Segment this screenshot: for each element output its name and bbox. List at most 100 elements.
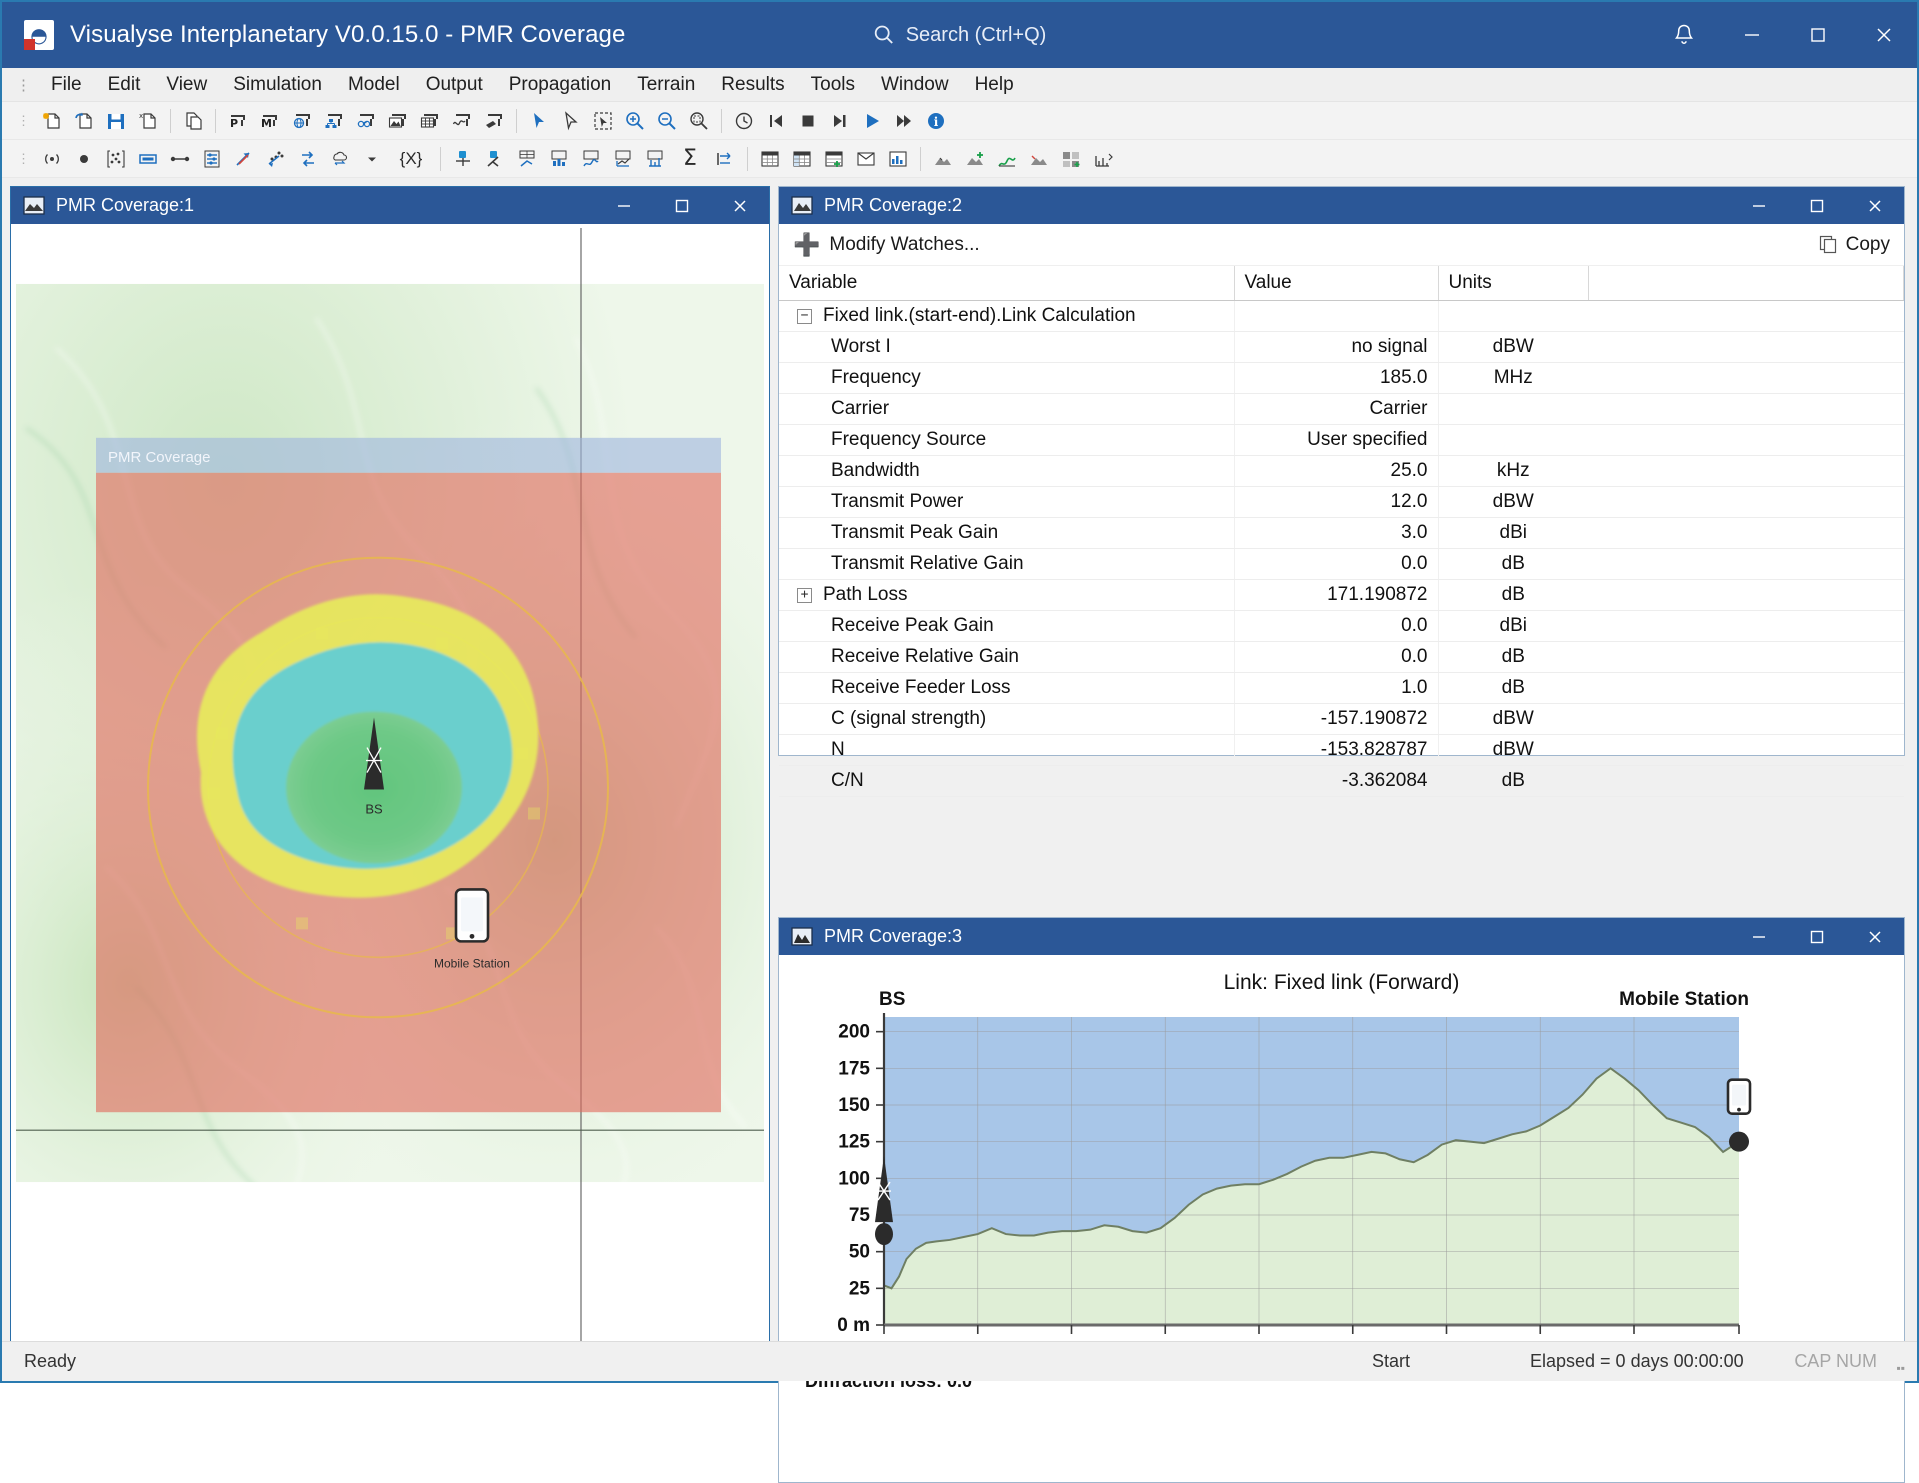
fast-forward-button[interactable] <box>889 106 919 136</box>
resize-grip-icon[interactable]: ▪▪ <box>1896 1361 1905 1375</box>
menu-item-file[interactable]: File <box>38 70 95 100</box>
menu-item-propagation[interactable]: Propagation <box>496 70 624 100</box>
vector-tool-button[interactable] <box>229 144 259 174</box>
new-hierarchy-view-button[interactable] <box>319 106 349 136</box>
map-window-title-bar[interactable]: PMR Coverage:1 <box>11 187 769 224</box>
table-row[interactable]: Frequency Source User specified <box>779 424 1904 456</box>
variable-button[interactable]: {X} <box>389 144 433 174</box>
add-beam-button[interactable] <box>133 144 163 174</box>
step-back-button[interactable] <box>761 106 791 136</box>
table-row[interactable]: Receive Peak Gain 0.0 dBi <box>779 610 1904 642</box>
table-view-5-button[interactable] <box>883 144 913 174</box>
chart-window-title-bar[interactable]: PMR Coverage:3 <box>779 918 1904 955</box>
pointer-tool-button[interactable] <box>556 106 586 136</box>
add-station-button[interactable] <box>69 144 99 174</box>
terrain-3-button[interactable] <box>992 144 1022 174</box>
new-tool-view-button[interactable] <box>479 106 509 136</box>
watch-minimize-button[interactable] <box>1730 187 1788 224</box>
table-view-4-button[interactable] <box>851 144 881 174</box>
sum-button[interactable]: Σ <box>672 144 708 174</box>
menu-item-simulation[interactable]: Simulation <box>220 70 335 100</box>
zoom-in-button[interactable] <box>620 106 650 136</box>
table-row[interactable]: Worst I no signal dBW <box>779 331 1904 363</box>
status-start[interactable]: Start <box>1372 1351 1410 1372</box>
calculation-2-button[interactable] <box>480 144 510 174</box>
watch-maximize-button[interactable] <box>1788 187 1846 224</box>
close-document-button[interactable]: x <box>133 106 163 136</box>
new-graph-view-button[interactable] <box>447 106 477 136</box>
expand-expander-icon[interactable]: + <box>797 588 812 603</box>
table-row[interactable]: C (signal strength) -157.190872 dBW <box>779 703 1904 735</box>
table-row[interactable]: Frequency 185.0 MHz <box>779 362 1904 394</box>
map-minimize-button[interactable] <box>595 187 653 224</box>
calculation-6-button[interactable] <box>608 144 638 174</box>
calculation-3-button[interactable] <box>512 144 542 174</box>
copy-document-button[interactable] <box>178 106 208 136</box>
modify-watches-button[interactable]: Modify Watches... <box>829 234 979 256</box>
map-body[interactable]: PMR Coverage BS Mobile Station <box>11 224 769 1350</box>
menu-item-view[interactable]: View <box>153 70 220 100</box>
zoom-region-button[interactable] <box>684 106 714 136</box>
open-document-button[interactable] <box>69 106 99 136</box>
copy-button[interactable]: Copy <box>1819 234 1890 256</box>
new-document-button[interactable] <box>37 106 67 136</box>
minimize-button[interactable] <box>1719 2 1785 68</box>
menu-item-terrain[interactable]: Terrain <box>624 70 708 100</box>
terrain-2-button[interactable] <box>960 144 990 174</box>
collapse-expander-icon[interactable]: − <box>797 309 812 324</box>
calculation-4-button[interactable] <box>544 144 574 174</box>
map-canvas[interactable]: PMR Coverage BS Mobile Station <box>16 228 764 1345</box>
new-propagation-view-button[interactable]: P <box>223 106 253 136</box>
add-antenna-button[interactable] <box>37 144 67 174</box>
add-link-button[interactable] <box>165 144 195 174</box>
menu-item-results[interactable]: Results <box>708 70 797 100</box>
table-row[interactable]: N -153.828787 dBW <box>779 734 1904 766</box>
table-row[interactable]: Bandwidth 25.0 kHz <box>779 455 1904 487</box>
new-terrain-view-button[interactable] <box>383 106 413 136</box>
toolbar-grip-handle-2[interactable]: ⋮ <box>10 151 36 167</box>
select-tool-button[interactable] <box>524 106 554 136</box>
menu-item-window[interactable]: Window <box>868 70 962 100</box>
chart-minimize-button[interactable] <box>1730 918 1788 955</box>
stop-button[interactable] <box>793 106 823 136</box>
menu-item-model[interactable]: Model <box>335 70 413 100</box>
calculation-5-button[interactable] <box>576 144 606 174</box>
table-row[interactable]: Transmit Power 12.0 dBW <box>779 486 1904 518</box>
new-globe-view-button[interactable] <box>287 106 317 136</box>
map-close-button[interactable] <box>711 187 769 224</box>
table-view-3-button[interactable] <box>819 144 849 174</box>
new-model-view-button[interactable]: M <box>255 106 285 136</box>
save-button[interactable] <box>101 106 131 136</box>
notifications-button[interactable] <box>1651 2 1717 68</box>
table-row[interactable]: + Path Loss 171.190872 dB <box>779 579 1904 611</box>
watch-close-button[interactable] <box>1846 187 1904 224</box>
network-tool-button[interactable] <box>261 144 291 174</box>
terrain-5-button[interactable] <box>1056 144 1086 174</box>
table-row[interactable]: Receive Relative Gain 0.0 dB <box>779 641 1904 673</box>
menu-item-tools[interactable]: Tools <box>798 70 868 100</box>
simulation-clock-button[interactable] <box>729 106 759 136</box>
table-view-1-button[interactable] <box>755 144 785 174</box>
info-button[interactable]: i <box>921 106 951 136</box>
close-button[interactable] <box>1851 2 1917 68</box>
table-row-group[interactable]: − Fixed link.(start-end).Link Calculation <box>779 300 1904 332</box>
terrain-4-button[interactable] <box>1024 144 1054 174</box>
menu-item-edit[interactable]: Edit <box>95 70 154 100</box>
column-header-variable[interactable]: Variable <box>779 266 1235 301</box>
table-view-2-button[interactable] <box>787 144 817 174</box>
table-row[interactable]: Transmit Relative Gain 0.0 dB <box>779 548 1904 580</box>
search-box[interactable]: Search (Ctrl+Q) <box>873 24 1046 47</box>
watch-window-title-bar[interactable]: PMR Coverage:2 <box>779 187 1904 224</box>
menu-item-output[interactable]: Output <box>413 70 496 100</box>
add-constellation-button[interactable] <box>101 144 131 174</box>
table-row[interactable]: Receive Feeder Loss 1.0 dB <box>779 672 1904 704</box>
column-header-units[interactable]: Units <box>1438 266 1589 301</box>
calculation-1-button[interactable] <box>448 144 478 174</box>
chart-close-button[interactable] <box>1846 918 1904 955</box>
map-maximize-button[interactable] <box>653 187 711 224</box>
rain-attenuation-button[interactable] <box>325 144 355 174</box>
table-row[interactable]: Carrier Carrier <box>779 393 1904 425</box>
step-forward-button[interactable] <box>825 106 855 136</box>
menu-grip-handle[interactable]: ⋮ <box>12 76 38 94</box>
two-way-link-button[interactable] <box>293 144 323 174</box>
